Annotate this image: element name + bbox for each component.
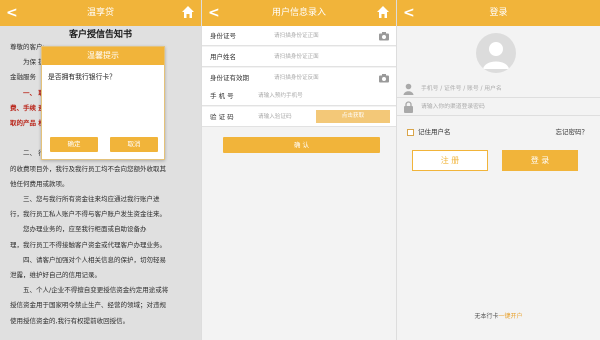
phone-row: 手 机 号 请输入预约手机号 bbox=[202, 86, 396, 106]
user-avatar-icon bbox=[476, 33, 516, 73]
confirm-button[interactable]: 确 认 bbox=[223, 137, 380, 153]
form-label: 验 证 码 bbox=[210, 113, 234, 121]
id-validity-row: 身份证有效期 请扫描身份证反面 bbox=[202, 68, 396, 88]
phone-input[interactable]: 请输入预约手机号 bbox=[258, 86, 303, 106]
home-icon[interactable] bbox=[181, 5, 195, 19]
form-label: 身份证有效期 bbox=[210, 74, 249, 82]
remember-checkbox[interactable] bbox=[407, 128, 414, 136]
form-label: 身份证号 bbox=[210, 32, 236, 40]
header-bar: < 用户信息录入 bbox=[202, 0, 396, 26]
remember-label: 记住用户名 bbox=[418, 128, 451, 136]
verification-code-input[interactable]: 请输入验证码 bbox=[258, 107, 292, 127]
dialog-message: 是否拥有我行银行卡？ bbox=[48, 73, 116, 81]
lock-icon bbox=[404, 101, 413, 113]
open-account-link[interactable]: 一键开户 bbox=[499, 313, 523, 320]
header-title: 登录 bbox=[489, 8, 508, 18]
password-input[interactable]: 请输入你的渠道登录密码 bbox=[421, 98, 485, 116]
username-input[interactable]: 手机号 / 证件号 / 账号 / 用户名 bbox=[421, 80, 502, 98]
header-title: 温享贷 bbox=[86, 8, 114, 18]
footer-text: 无本行卡 bbox=[474, 313, 499, 320]
user-icon bbox=[403, 83, 414, 95]
header-bar: < 登录 bbox=[397, 0, 600, 26]
form-label: 手 机 号 bbox=[210, 92, 234, 100]
tip-dialog: 温馨提示 是否拥有我行银行卡？ 确定 取消 bbox=[41, 46, 165, 160]
id-number-row: 身份证号 请扫描身份证正面 bbox=[202, 26, 396, 46]
remember-username-option[interactable]: 记住用户名 bbox=[407, 127, 451, 137]
login-button[interactable]: 登 录 bbox=[502, 150, 578, 171]
header-bar: < 温享贷 bbox=[0, 0, 201, 26]
dialog-cancel-button[interactable]: 取消 bbox=[110, 137, 158, 152]
username-row: 手机号 / 证件号 / 账号 / 用户名 bbox=[397, 80, 600, 98]
home-icon[interactable] bbox=[376, 5, 390, 19]
header-title: 用户信息录入 bbox=[271, 8, 326, 18]
forgot-password-link[interactable]: 忘记密码？ bbox=[556, 127, 589, 137]
camera-icon[interactable] bbox=[378, 72, 390, 84]
login-screen: < 登录 手机号 / 证件号 / 账号 / 用户名 请输入你的渠道登录密码 记住… bbox=[397, 0, 600, 340]
register-button[interactable]: 注 册 bbox=[412, 150, 488, 171]
dialog-confirm-button[interactable]: 确定 bbox=[50, 137, 98, 152]
user-name-input[interactable]: 请扫描身份证正面 bbox=[274, 47, 319, 67]
user-info-entry-screen: < 用户信息录入 身份证号 请扫描身份证正面 用户姓名 请扫描身份证正面 身份证… bbox=[201, 0, 397, 340]
verification-code-row: 验 证 码 请输入验证码 点击获取 bbox=[202, 107, 396, 127]
user-name-row: 用户姓名 请扫描身份证正面 bbox=[202, 47, 396, 67]
credit-notice-screen: < 温享贷 客户授信告知书 尊敬的客户: 为保 提供的 金融服务 一、 取中介 费、… bbox=[0, 0, 201, 340]
get-code-button[interactable]: 点击获取 bbox=[316, 110, 390, 123]
form-label: 用户姓名 bbox=[210, 53, 236, 61]
camera-icon[interactable] bbox=[378, 30, 390, 42]
dialog-title: 温馨提示 bbox=[42, 47, 164, 65]
password-row: 请输入你的渠道登录密码 bbox=[397, 98, 600, 116]
id-validity-input[interactable]: 请扫描身份证反面 bbox=[274, 68, 319, 88]
id-number-input[interactable]: 请扫描身份证正面 bbox=[274, 26, 319, 46]
footer: 无本行卡一键开户 bbox=[397, 311, 600, 320]
